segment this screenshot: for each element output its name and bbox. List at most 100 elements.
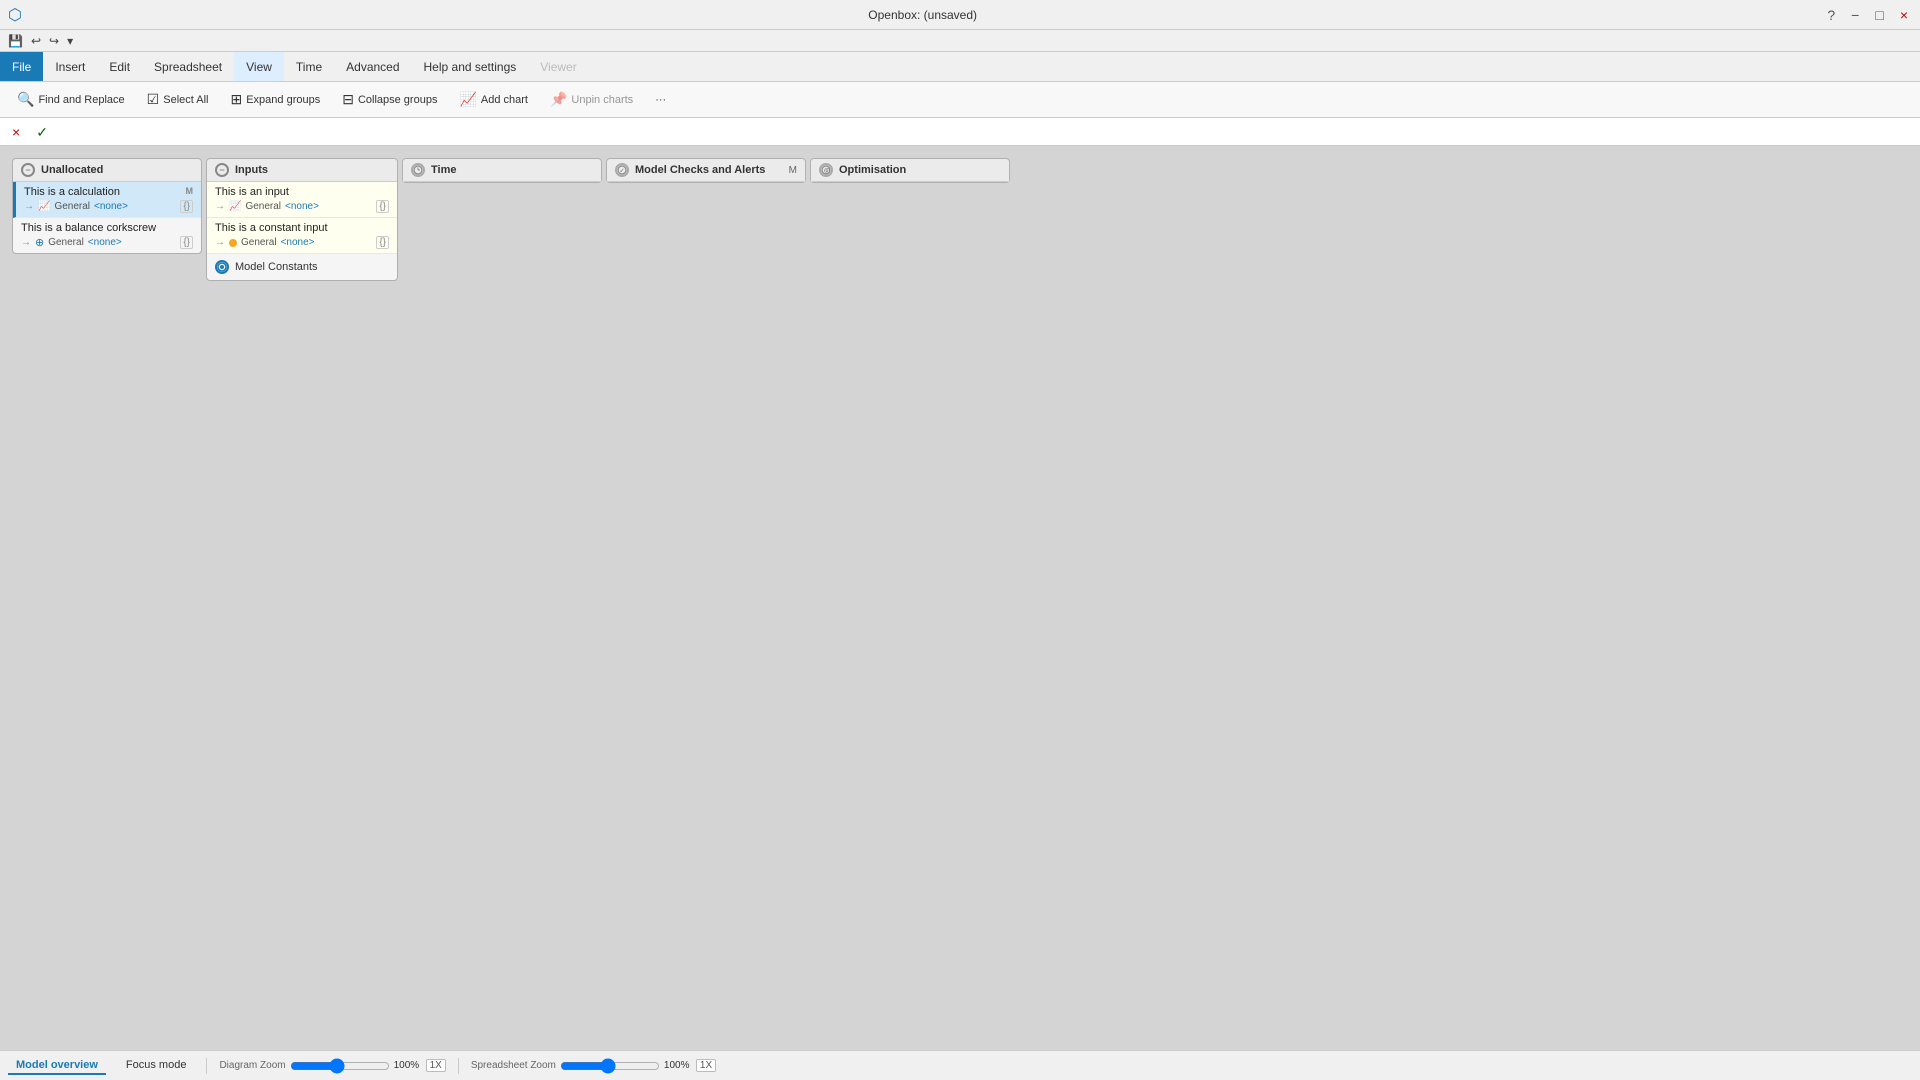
const1-details: → General <none> {}: [215, 236, 389, 249]
time-collapse-icon[interactable]: [411, 163, 425, 177]
diagram-zoom-group: Diagram Zoom 100% 1X: [219, 1058, 445, 1074]
menu-bar: File Insert Edit Spreadsheet View Time A…: [0, 52, 1920, 82]
unallocated-panel: Unallocated This is a calculation M → 📈 …: [12, 158, 202, 254]
quick-access-toolbar: 💾 ↩ ↪ ▾: [0, 30, 1920, 52]
calc-format-btn[interactable]: {}: [180, 200, 193, 213]
model-checks-column: ✓ Model Checks and Alerts M: [606, 158, 806, 183]
calc-category: General: [54, 201, 90, 212]
spreadsheet-zoom-group: Spreadsheet Zoom 100% 1X: [471, 1058, 716, 1074]
checks-collapse-icon[interactable]: ✓: [615, 163, 629, 177]
model-checks-title: Model Checks and Alerts: [635, 164, 783, 176]
close-button[interactable]: ×: [1896, 7, 1912, 23]
restore-button[interactable]: □: [1871, 7, 1887, 23]
svg-text:✓: ✓: [620, 169, 625, 175]
menu-insert[interactable]: Insert: [43, 52, 97, 81]
title-bar-left: ⬡: [8, 5, 22, 25]
find-replace-button[interactable]: 🔍 Find and Replace: [8, 87, 134, 112]
collapse-groups-button[interactable]: ⊟ Collapse groups: [333, 87, 446, 112]
calc-badge: M: [186, 186, 194, 196]
time-column: Time: [402, 158, 602, 183]
input1-name: This is an input: [215, 186, 389, 198]
time-header[interactable]: Time: [403, 159, 601, 182]
collapse-groups-label: Collapse groups: [358, 94, 438, 106]
balance-type-icon: ⊕: [35, 236, 44, 249]
formula-bar: × ✓: [0, 118, 1920, 146]
select-all-icon: ☑: [147, 91, 160, 108]
balance-name: This is a balance corkscrew: [21, 222, 193, 234]
menu-help[interactable]: Help and settings: [412, 52, 529, 81]
model-checks-header[interactable]: ✓ Model Checks and Alerts M: [607, 159, 805, 182]
diagram-zoom-slider[interactable]: [290, 1058, 390, 1074]
const1-value: <none>: [281, 237, 315, 248]
inputs-title: Inputs: [235, 164, 389, 176]
inputs-panel: Inputs This is an input → 📈 General <non…: [206, 158, 398, 281]
help-button[interactable]: ?: [1823, 7, 1839, 23]
inputs-header[interactable]: Inputs: [207, 159, 397, 182]
confirm-formula-button[interactable]: ✓: [32, 125, 52, 139]
status-sep-1: [206, 1058, 207, 1074]
const1-item[interactable]: This is a constant input → General <none…: [207, 218, 397, 254]
unallocated-balance-item[interactable]: This is a balance corkscrew → ⊕ General …: [13, 218, 201, 253]
spreadsheet-zoom-reset[interactable]: 1X: [696, 1059, 716, 1072]
tab-model-overview[interactable]: Model overview: [8, 1057, 106, 1075]
minimize-button[interactable]: −: [1847, 7, 1863, 23]
undo-button[interactable]: ↩: [29, 34, 43, 48]
unpin-charts-button[interactable]: 📌 Unpin charts: [541, 87, 642, 112]
optimisation-title: Optimisation: [839, 164, 1001, 176]
optimisation-header[interactable]: ◎ Optimisation: [811, 159, 1009, 182]
save-button[interactable]: 💾: [6, 34, 25, 48]
expand-groups-label: Expand groups: [246, 94, 320, 106]
quick-access-dropdown[interactable]: ▾: [65, 34, 75, 48]
unallocated-header[interactable]: Unallocated: [13, 159, 201, 182]
select-all-button[interactable]: ☑ Select All: [138, 87, 218, 112]
title-bar-title: Openbox: (unsaved): [22, 8, 1823, 22]
title-bar-controls: ? − □ ×: [1823, 7, 1912, 23]
model-constants-item[interactable]: Model Constants: [207, 254, 397, 280]
unallocated-column: Unallocated This is a calculation M → 📈 …: [12, 158, 202, 254]
balance-value: <none>: [88, 237, 122, 248]
add-chart-label: Add chart: [481, 94, 528, 106]
model-constants-icon: [215, 260, 229, 274]
model-checks-badge: M: [789, 165, 797, 176]
menu-view[interactable]: View: [234, 52, 284, 81]
model-checks-panel: ✓ Model Checks and Alerts M: [606, 158, 806, 183]
input1-format-btn[interactable]: {}: [376, 200, 389, 213]
menu-viewer: Viewer: [528, 52, 588, 81]
unallocated-collapse-icon[interactable]: [21, 163, 35, 177]
chart-icon: 📈: [459, 91, 476, 108]
input1-item[interactable]: This is an input → 📈 General <none> {}: [207, 182, 397, 218]
app-icon: ⬡: [8, 5, 22, 25]
cancel-formula-button[interactable]: ×: [8, 125, 24, 139]
calc-name: This is a calculation M: [24, 186, 193, 198]
redo-button[interactable]: ↪: [47, 34, 61, 48]
status-bar: Model overview Focus mode Diagram Zoom 1…: [0, 1050, 1920, 1080]
menu-time[interactable]: Time: [284, 52, 334, 81]
diagram-zoom-reset[interactable]: 1X: [426, 1059, 446, 1072]
spreadsheet-zoom-slider[interactable]: [560, 1058, 660, 1074]
opt-collapse-icon[interactable]: ◎: [819, 163, 833, 177]
status-sep-2: [458, 1058, 459, 1074]
unallocated-title: Unallocated: [41, 164, 193, 176]
input1-category: General: [245, 201, 281, 212]
calc-arrow: →: [24, 201, 34, 212]
unpin-charts-label: Unpin charts: [571, 94, 633, 106]
diagram-zoom-label: Diagram Zoom: [219, 1060, 285, 1071]
const1-arrow: →: [215, 237, 225, 248]
add-chart-button[interactable]: 📈 Add chart: [450, 87, 537, 112]
unallocated-calc-item[interactable]: This is a calculation M → 📈 General <non…: [13, 182, 201, 218]
menu-file[interactable]: File: [0, 52, 43, 81]
spreadsheet-zoom-label: Spreadsheet Zoom: [471, 1060, 556, 1071]
menu-edit[interactable]: Edit: [97, 52, 142, 81]
spreadsheet-zoom-value: 100%: [664, 1060, 692, 1071]
time-title: Time: [431, 164, 593, 176]
menu-advanced[interactable]: Advanced: [334, 52, 411, 81]
calc-type-icon: 📈: [38, 201, 50, 212]
tab-focus-mode[interactable]: Focus mode: [118, 1057, 195, 1075]
const1-category: General: [241, 237, 277, 248]
const1-format-btn[interactable]: {}: [376, 236, 389, 249]
menu-spreadsheet[interactable]: Spreadsheet: [142, 52, 234, 81]
more-button[interactable]: ···: [646, 90, 675, 110]
balance-format-btn[interactable]: {}: [180, 236, 193, 249]
inputs-collapse-icon[interactable]: [215, 163, 229, 177]
expand-groups-button[interactable]: ⊞ Expand groups: [221, 87, 329, 112]
